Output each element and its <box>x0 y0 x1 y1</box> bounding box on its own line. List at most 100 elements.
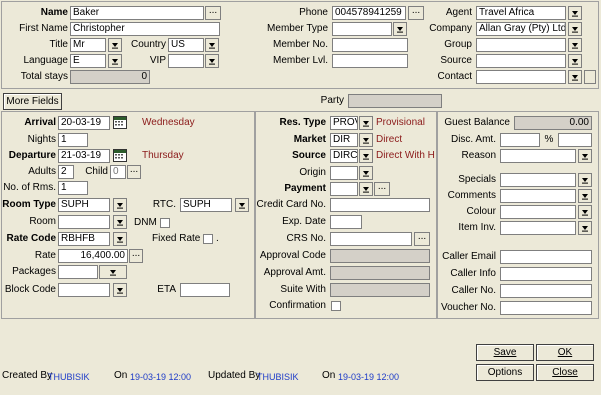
language-field[interactable]: E <box>70 54 106 68</box>
caller-info-field[interactable] <box>500 267 592 281</box>
crs-lookup-button[interactable]: ... <box>414 232 430 246</box>
market-description: Direct <box>376 134 403 145</box>
res-type-dropdown-icon[interactable] <box>359 116 373 130</box>
packages-dropdown-icon[interactable] <box>99 265 127 279</box>
caller-no-field[interactable] <box>500 284 592 298</box>
title-dropdown-icon[interactable] <box>108 38 122 52</box>
res-source-dropdown-icon[interactable] <box>359 149 373 163</box>
rooms-field[interactable]: 1 <box>58 181 88 195</box>
block-code-dropdown-icon[interactable] <box>113 283 127 297</box>
dnm-checkbox[interactable] <box>160 218 170 228</box>
source-field[interactable] <box>476 54 566 68</box>
colour-dropdown-icon[interactable] <box>578 205 592 219</box>
credit-card-field[interactable] <box>330 198 430 212</box>
member-no-field[interactable] <box>332 38 408 52</box>
item-inv-field[interactable] <box>500 221 576 235</box>
res-type-field[interactable]: PROV <box>330 116 358 130</box>
vip-dropdown-icon[interactable] <box>205 54 219 68</box>
rate-code-dropdown-icon[interactable] <box>113 232 127 246</box>
save-button[interactable]: Save <box>476 344 534 361</box>
first-name-field[interactable]: Christopher <box>70 22 220 36</box>
contact-extra-button[interactable] <box>584 70 596 84</box>
comments-field[interactable] <box>500 189 576 203</box>
specials-dropdown-icon[interactable] <box>578 173 592 187</box>
company-dropdown-icon[interactable] <box>568 22 582 36</box>
country-dropdown-icon[interactable] <box>205 38 219 52</box>
reason-dropdown-icon[interactable] <box>578 149 592 163</box>
item-inv-dropdown-icon[interactable] <box>578 221 592 235</box>
arrival-calendar-icon[interactable] <box>113 116 127 129</box>
room-field[interactable] <box>58 215 110 229</box>
phone-lookup-button[interactable]: ... <box>408 6 424 20</box>
market-dropdown-icon[interactable] <box>359 133 373 147</box>
reason-field[interactable] <box>500 149 576 163</box>
colour-field[interactable] <box>500 205 576 219</box>
payment-field[interactable] <box>330 182 358 196</box>
child-label: Child <box>85 166 108 177</box>
rate-code-field[interactable]: RBHFB <box>58 232 110 246</box>
adults-label: Adults <box>28 166 56 177</box>
title-field[interactable]: Mr <box>70 38 106 52</box>
fixed-rate-checkbox[interactable] <box>203 234 213 244</box>
res-source-label: Source <box>292 150 326 161</box>
room-dropdown-icon[interactable] <box>113 215 127 229</box>
departure-calendar-icon[interactable] <box>113 149 127 162</box>
member-type-dropdown-icon[interactable] <box>393 22 407 36</box>
vip-field[interactable] <box>168 54 204 68</box>
child-lookup-button[interactable]: ... <box>127 165 141 179</box>
adults-field[interactable]: 2 <box>58 165 74 179</box>
origin-dropdown-icon[interactable] <box>359 166 373 180</box>
rtc-field[interactable]: SUPH <box>180 198 232 212</box>
percent-field[interactable] <box>558 133 592 147</box>
exp-date-field[interactable] <box>330 215 362 229</box>
fixed-rate-suffix: . <box>216 233 219 244</box>
comments-dropdown-icon[interactable] <box>578 189 592 203</box>
disc-amt-field[interactable] <box>500 133 540 147</box>
guest-balance-field: 0.00 <box>514 116 592 130</box>
close-button[interactable]: Close <box>536 364 594 381</box>
options-button[interactable]: Options <box>476 364 534 381</box>
crs-no-field[interactable] <box>330 232 412 246</box>
member-type-field[interactable] <box>332 22 392 36</box>
nights-field[interactable]: 1 <box>58 133 88 147</box>
rate-field[interactable]: 16,400.00 <box>58 249 128 263</box>
market-field[interactable]: DIR <box>330 133 358 147</box>
source-dropdown-icon[interactable] <box>568 54 582 68</box>
payment-dropdown-icon[interactable] <box>359 182 373 196</box>
agent-field[interactable]: Travel Africa <box>476 6 566 20</box>
room-type-dropdown-icon[interactable] <box>113 198 127 212</box>
block-code-field[interactable] <box>58 283 110 297</box>
payment-lookup-button[interactable]: ... <box>374 182 390 196</box>
arrival-field[interactable]: 20-03-19 <box>58 116 110 130</box>
res-source-field[interactable]: DIRC <box>330 149 358 163</box>
rate-label: Rate <box>34 250 56 261</box>
confirmation-checkbox[interactable] <box>331 301 341 311</box>
voucher-no-field[interactable] <box>500 301 592 315</box>
group-dropdown-icon[interactable] <box>568 38 582 52</box>
name-field[interactable]: Baker <box>70 6 204 20</box>
caller-email-field[interactable] <box>500 250 592 264</box>
specials-field[interactable] <box>500 173 576 187</box>
group-field[interactable] <box>476 38 566 52</box>
contact-dropdown-icon[interactable] <box>568 70 582 84</box>
rtc-dropdown-icon[interactable] <box>235 198 249 212</box>
departure-field[interactable]: 21-03-19 <box>58 149 110 163</box>
origin-field[interactable] <box>330 166 358 180</box>
eta-field[interactable] <box>180 283 230 297</box>
country-field[interactable]: US <box>168 38 204 52</box>
packages-field[interactable] <box>58 265 98 279</box>
room-type-field[interactable]: SUPH <box>58 198 110 212</box>
approval-code-label: Approval Code <box>259 250 326 261</box>
ok-button[interactable]: OK <box>536 344 594 361</box>
more-fields-button[interactable]: More Fields <box>3 93 62 110</box>
name-label: Name <box>40 7 68 18</box>
language-dropdown-icon[interactable] <box>108 54 122 68</box>
phone-field[interactable]: 004578941259 <box>332 6 406 20</box>
contact-field[interactable] <box>476 70 566 84</box>
name-lookup-button[interactable]: ... <box>205 6 221 20</box>
rate-lookup-button[interactable]: ... <box>129 249 143 263</box>
member-lvl-field[interactable] <box>332 54 408 68</box>
agent-dropdown-icon[interactable] <box>568 6 582 20</box>
child-field[interactable]: 0 <box>110 165 126 179</box>
company-field[interactable]: Allan Gray (Pty) Ltd <box>476 22 566 36</box>
